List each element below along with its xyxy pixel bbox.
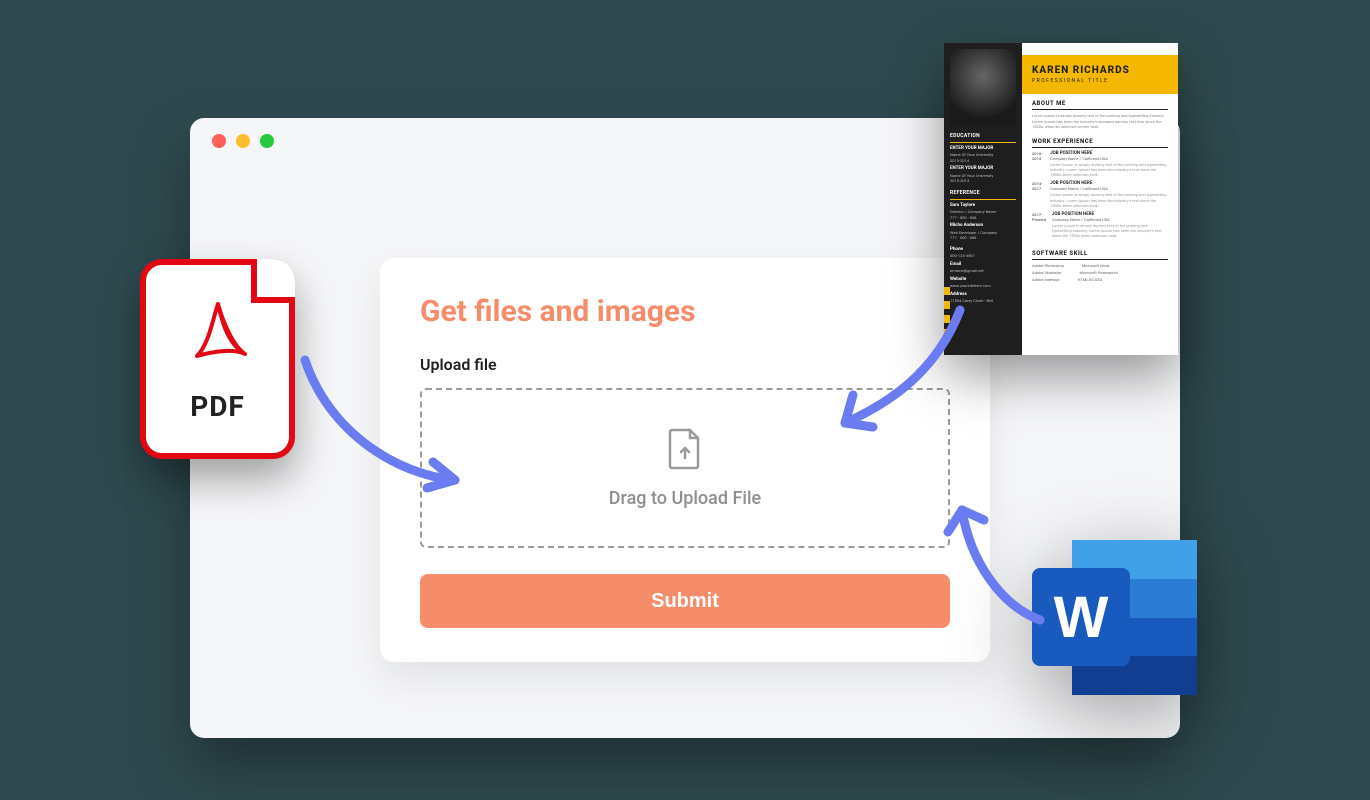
resume-skill-row: Adobe IllustratorMicrosoft Powerpoint (1032, 270, 1168, 275)
resume-contact-website: Website www.yoursitehere.com (950, 277, 1016, 289)
resume-reference-item: Sara Taylore Director / Company Name 777… (950, 203, 1016, 220)
resume-skill-row: Adobe IndesignHTML5/CSS3 (1032, 277, 1168, 282)
resume-name-banner: KAREN RICHARDS PROFESSIONAL TITLE (1022, 55, 1178, 94)
resume-reference-item: Micho Anderson Web Developer / Company 7… (950, 223, 1016, 240)
resume-education-item: ENTER YOUR MAJOR Name Of Your University… (950, 166, 1016, 183)
submit-button[interactable]: Submit (420, 574, 950, 628)
traffic-light-minimize-icon[interactable] (236, 134, 250, 148)
arrow-from-word-icon (940, 490, 1060, 635)
arrow-from-resume-icon (815, 295, 975, 445)
resume-document-tile[interactable]: EDUCATION ENTER YOUR MAJOR Name Of Your … (944, 43, 1178, 355)
resume-skill-row: Adobe PhotoshopMicrosoft Word (1032, 263, 1168, 268)
pdf-file-tile[interactable]: PDF (140, 259, 295, 459)
resume-contact-phone: Phone 000-123-4567 (950, 247, 1016, 259)
dropzone-text: Drag to Upload File (609, 488, 761, 509)
resume-main: KAREN RICHARDS PROFESSIONAL TITLE ABOUT … (1022, 43, 1178, 355)
adobe-pdf-icon (183, 296, 253, 380)
resume-work-item: 2010-2014 JOB POSITION HERE Company Name… (1032, 151, 1168, 178)
traffic-light-zoom-icon[interactable] (260, 134, 274, 148)
resume-title: PROFESSIONAL TITLE (1032, 78, 1168, 84)
resume-photo (950, 49, 1016, 127)
file-upload-icon (668, 428, 702, 474)
resume-name: KAREN RICHARDS (1032, 65, 1168, 76)
traffic-light-close-icon[interactable] (212, 134, 226, 148)
resume-education-item: ENTER YOUR MAJOR Name Of Your University… (950, 146, 1016, 163)
resume-contact-email: Email urname@gmail.net (950, 262, 1016, 274)
resume-reference-heading: REFERENCE (950, 190, 1016, 200)
resume-skills-heading: SOFTWARE SKILL (1032, 250, 1168, 260)
resume-education-heading: EDUCATION (950, 133, 1016, 143)
arrow-from-pdf-icon (290, 345, 480, 505)
resume-work-item: 2017-Present JOB POSITION HERE Company N… (1032, 212, 1168, 239)
resume-about-heading: ABOUT ME (1032, 100, 1168, 110)
pdf-label: PDF (190, 390, 245, 423)
resume-work-item: 2014-2017 JOB POSITION HERE Company Name… (1032, 181, 1168, 208)
resume-work-heading: WORK EXPERIENCE (1032, 138, 1168, 148)
resume-about-text: Lorem ipsum is simply dummy text of the … (1032, 113, 1168, 130)
word-letter: W (1054, 584, 1109, 651)
